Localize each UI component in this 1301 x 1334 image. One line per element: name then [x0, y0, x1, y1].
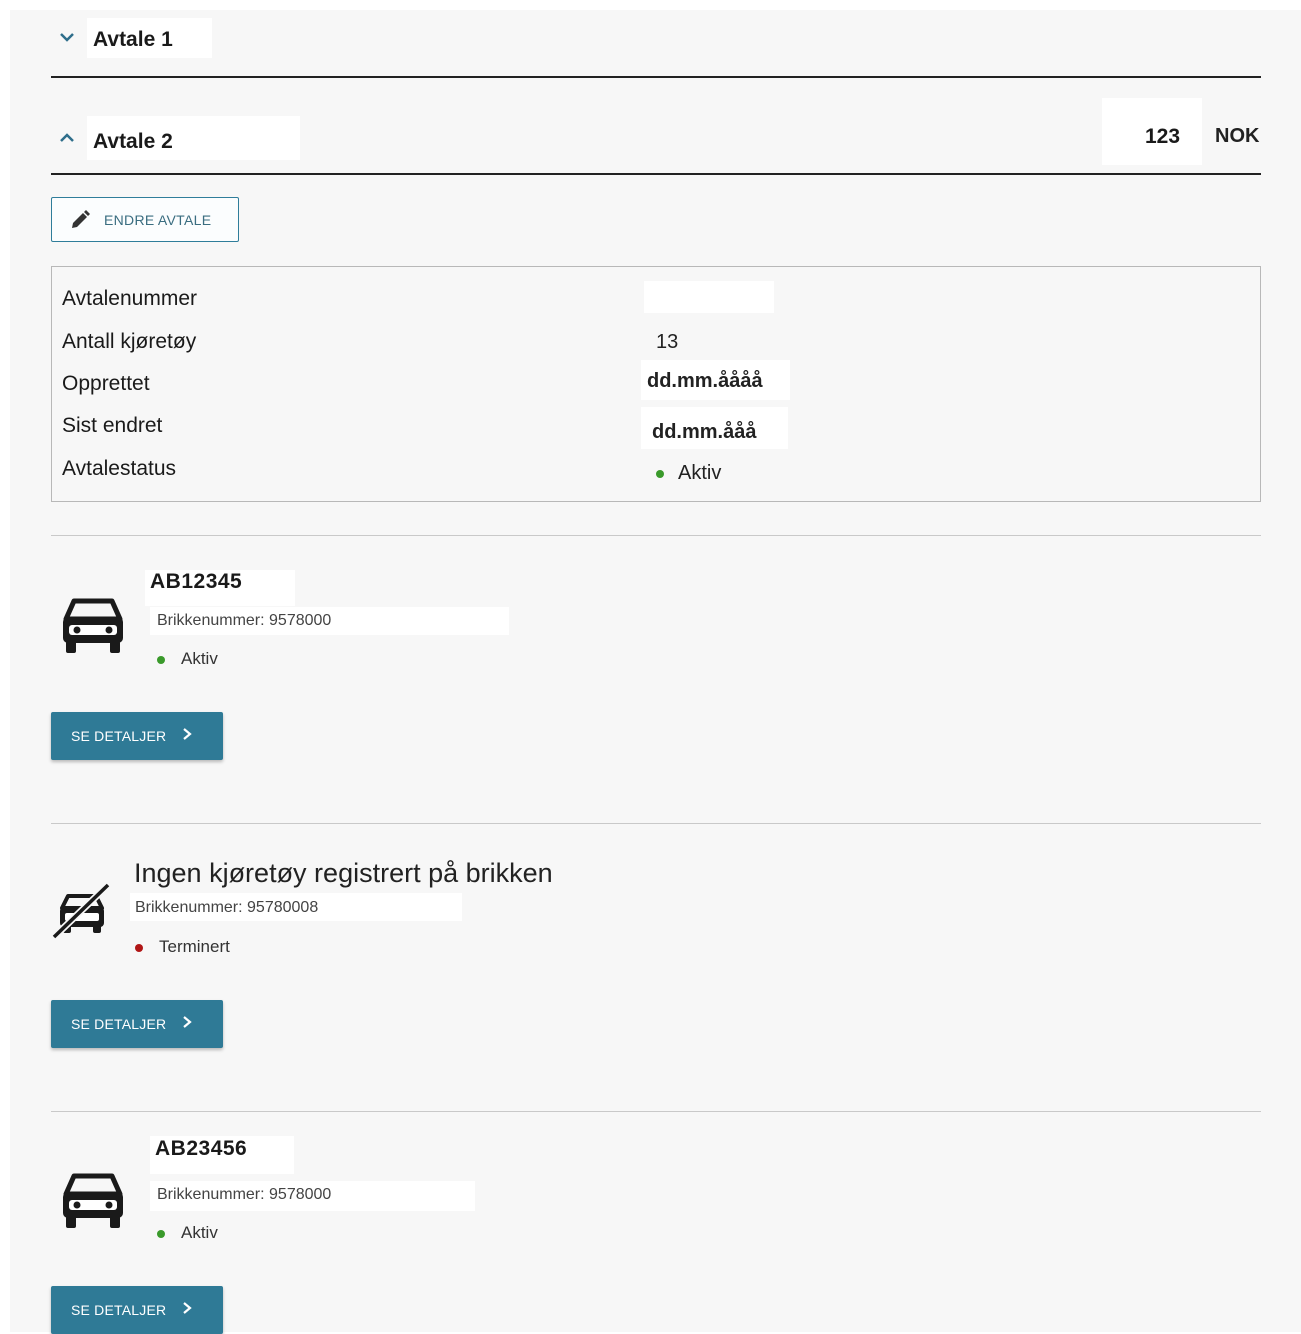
accordion-title: Avtale 2 — [93, 130, 173, 153]
see-details-label: SE DETALJER — [71, 728, 167, 744]
car-icon — [60, 1172, 126, 1230]
vehicle-status: Aktiv — [157, 649, 218, 669]
value-created: dd.mm.åååå — [647, 370, 763, 392]
chevron-up-icon — [58, 131, 76, 150]
divider — [51, 1111, 1261, 1112]
status-dot — [135, 943, 143, 952]
edit-agreement-button[interactable]: ENDRE AVTALE — [51, 197, 239, 242]
status-dot — [157, 1229, 165, 1238]
label-created: Opprettet — [62, 372, 150, 395]
car-icon — [60, 597, 126, 655]
car-off-icon — [50, 882, 112, 940]
label-vehicle-count: Antall kjøretøy — [62, 330, 197, 353]
divider — [51, 173, 1261, 175]
no-vehicle-title: Ingen kjøretøy registrert på brikken — [134, 858, 553, 888]
see-details-button[interactable]: SE DETALJER — [51, 712, 223, 760]
value-vehicle-count: 13 — [656, 331, 679, 353]
see-details-button[interactable]: SE DETALJER — [51, 1000, 223, 1048]
chevron-down-icon — [58, 30, 76, 49]
value-last-changed: dd.mm.ååå — [652, 421, 757, 443]
see-details-label: SE DETALJER — [71, 1302, 167, 1318]
divider — [51, 76, 1261, 78]
chip-number: Brikkenummer: 95780008 — [135, 899, 319, 916]
chevron-right-icon — [182, 727, 193, 745]
vehicle-plate: AB23456 — [155, 1137, 248, 1160]
vehicle-status: Terminert — [135, 937, 230, 957]
divider — [51, 823, 1261, 824]
pencil-icon — [70, 209, 90, 230]
label-agreement-status: Avtalestatus — [62, 457, 177, 480]
vehicle-status: Aktiv — [157, 1223, 218, 1243]
label-last-changed: Sist endret — [62, 414, 163, 437]
currency-label: NOK — [1215, 125, 1260, 147]
accordion-title: Avtale 1 — [93, 28, 173, 51]
edit-agreement-label: ENDRE AVTALE — [104, 211, 212, 228]
value-agreement-status: Aktiv — [656, 462, 721, 485]
status-dot — [656, 469, 664, 478]
chevron-right-icon — [182, 1015, 193, 1033]
agreement-amount: 123 — [1145, 125, 1181, 148]
see-details-label: SE DETALJER — [71, 1016, 167, 1032]
chip-number: Brikkenummer: 9578000 — [157, 1186, 332, 1203]
value-agreement-number — [644, 281, 774, 313]
label-agreement-number: Avtalenummer — [62, 287, 198, 310]
status-dot — [157, 655, 165, 664]
chevron-right-icon — [182, 1301, 193, 1319]
vehicle-plate: AB12345 — [150, 570, 243, 593]
chip-number: Brikkenummer: 9578000 — [157, 612, 332, 629]
divider — [51, 535, 1261, 536]
see-details-button[interactable]: SE DETALJER — [51, 1286, 223, 1334]
